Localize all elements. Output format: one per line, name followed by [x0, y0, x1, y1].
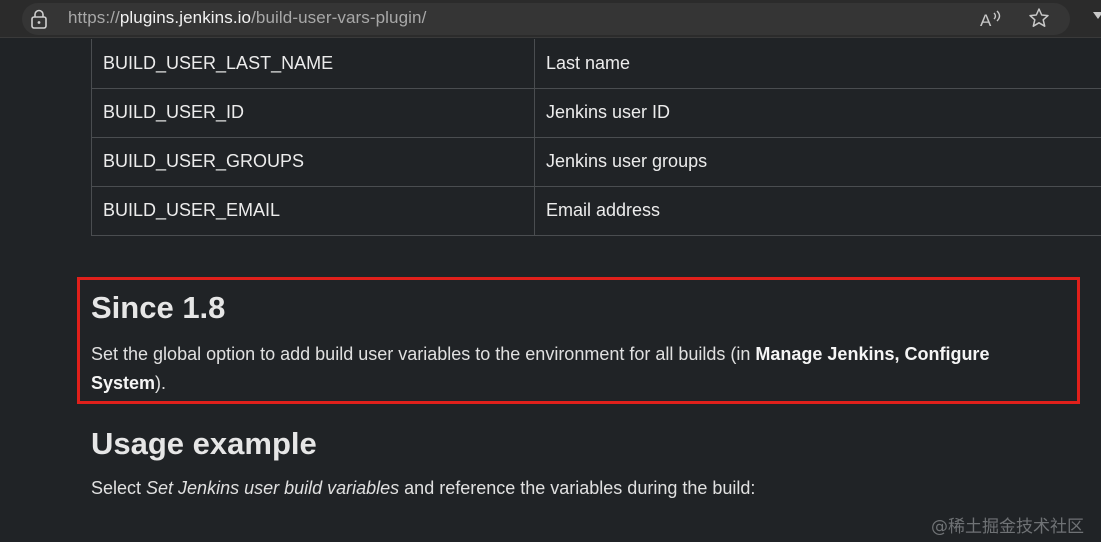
variables-table: BUILD_USER_LAST_NAME Last name BUILD_USE… [91, 39, 1101, 236]
favorite-star-icon[interactable] [1028, 7, 1050, 29]
usage-heading: Usage example [91, 426, 317, 461]
table-row: BUILD_USER_EMAIL Email address [91, 185, 1101, 236]
browser-address-bar: https://plugins.jenkins.io/build-user-va… [0, 0, 1101, 38]
variable-name: BUILD_USER_GROUPS [91, 136, 535, 187]
url-path: /build-user-vars-plugin/ [251, 8, 427, 27]
url-host: plugins.jenkins.io [119, 8, 252, 27]
lock-icon[interactable] [30, 9, 48, 29]
variable-name: BUILD_USER_ID [91, 87, 535, 138]
variable-description: Jenkins user ID [534, 87, 1101, 138]
variable-description: Jenkins user groups [534, 136, 1101, 187]
menu-icon[interactable] [1093, 11, 1101, 21]
svg-text:A: A [980, 11, 992, 30]
variable-description: Email address [534, 185, 1101, 236]
usage-text-before: Select [91, 478, 147, 498]
since-text-after: ). [155, 373, 167, 393]
since-heading: Since 1.8 [91, 290, 226, 325]
url-prefix: https:// [68, 8, 120, 27]
variable-name: BUILD_USER_EMAIL [91, 185, 535, 236]
table-row: BUILD_USER_LAST_NAME Last name [91, 39, 1101, 89]
variable-description: Last name [534, 39, 1101, 89]
watermark: @稀土掘金技术社区 [931, 517, 1084, 537]
since-paragraph: Set the global option to add build user … [91, 340, 1066, 398]
url-text[interactable]: https://plugins.jenkins.io/build-user-va… [68, 8, 426, 28]
usage-paragraph: Select Set Jenkins user build variables … [91, 476, 755, 500]
variable-name: BUILD_USER_LAST_NAME [91, 39, 535, 89]
read-aloud-icon[interactable]: A [979, 8, 1003, 30]
table-row: BUILD_USER_GROUPS Jenkins user groups [91, 136, 1101, 187]
usage-italic-text: Set Jenkins user build variables [146, 478, 400, 498]
since-text-before: Set the global option to add build user … [91, 344, 756, 364]
table-row: BUILD_USER_ID Jenkins user ID [91, 87, 1101, 138]
usage-text-after: and reference the variables during the b… [399, 478, 756, 498]
